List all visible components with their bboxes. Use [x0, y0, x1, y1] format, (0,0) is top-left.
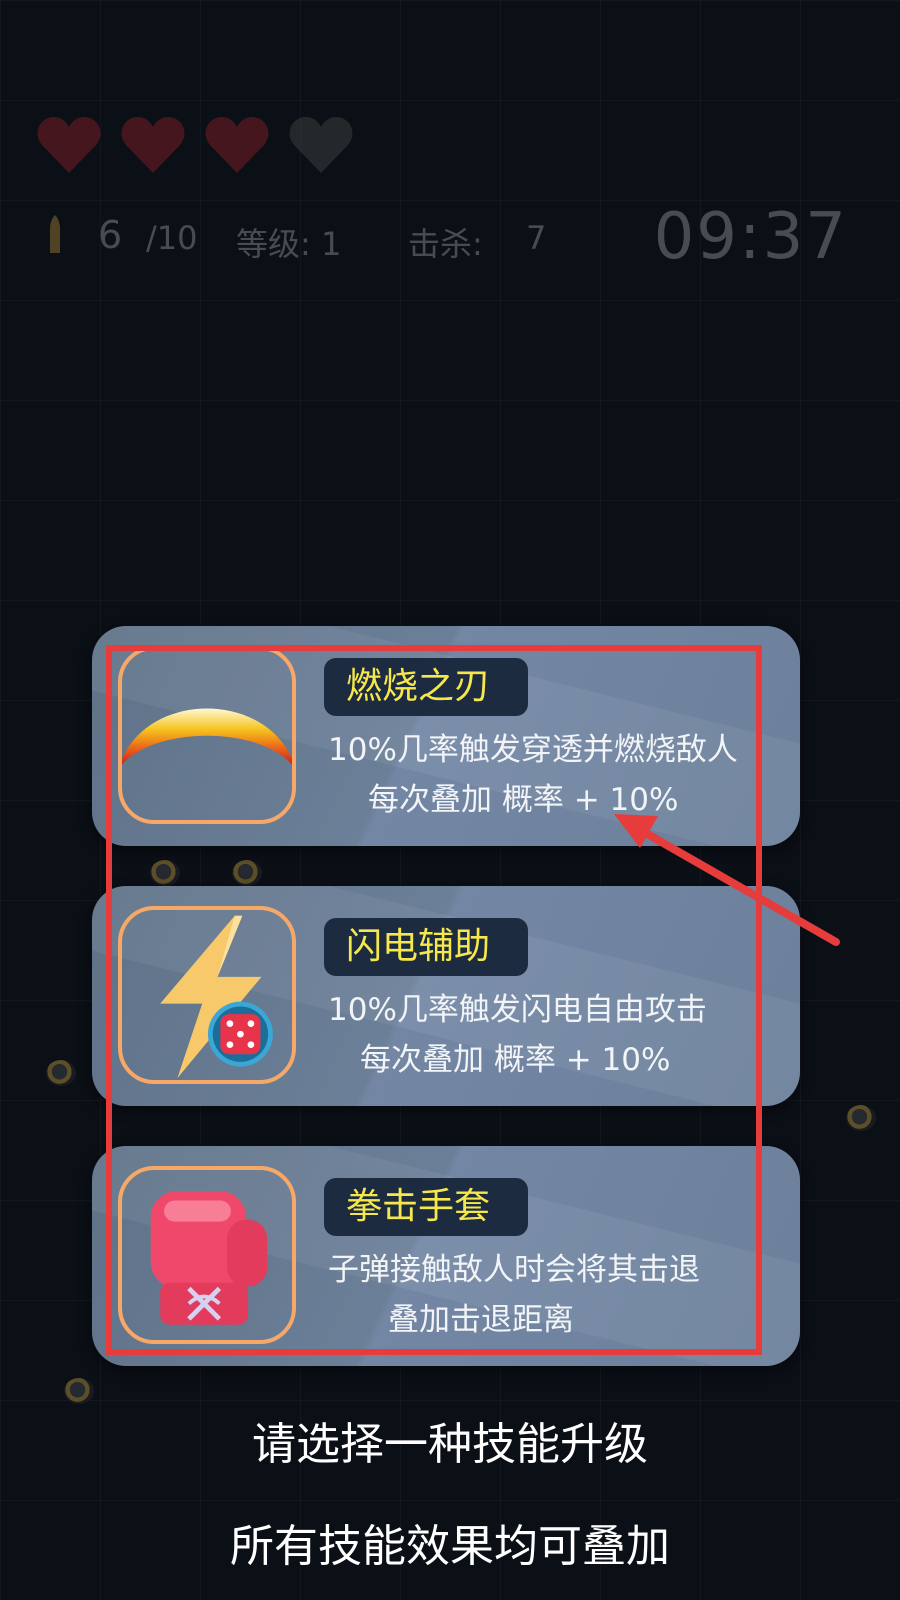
heart-icon	[120, 115, 186, 175]
level-label: 等级: 1	[236, 225, 342, 263]
enemy-sprite	[846, 1105, 876, 1131]
bullet-icon	[50, 215, 60, 253]
annotation-highlight-box	[106, 645, 762, 1355]
heart-icon	[204, 115, 270, 175]
enemy-sprite	[64, 1378, 94, 1404]
ammo-max: /10	[146, 219, 198, 257]
heart-icon	[36, 115, 102, 175]
prompt-choose-skill: 请选择一种技能升级	[252, 1419, 648, 1470]
health-hearts	[36, 115, 354, 175]
annotation-arrow-icon	[614, 814, 840, 946]
game-timer: 09:37	[653, 200, 848, 274]
prompt-stacking-note: 所有技能效果均可叠加	[230, 1521, 670, 1572]
heart-empty-icon	[288, 115, 354, 175]
kills-label: 击杀:	[408, 225, 483, 263]
enemy-sprite	[46, 1060, 76, 1086]
kills-value: 7	[526, 219, 547, 257]
ammo-current: 6	[98, 213, 123, 257]
game-hud: 6 /10 等级: 1 击杀: 7 09:37	[0, 0, 900, 300]
